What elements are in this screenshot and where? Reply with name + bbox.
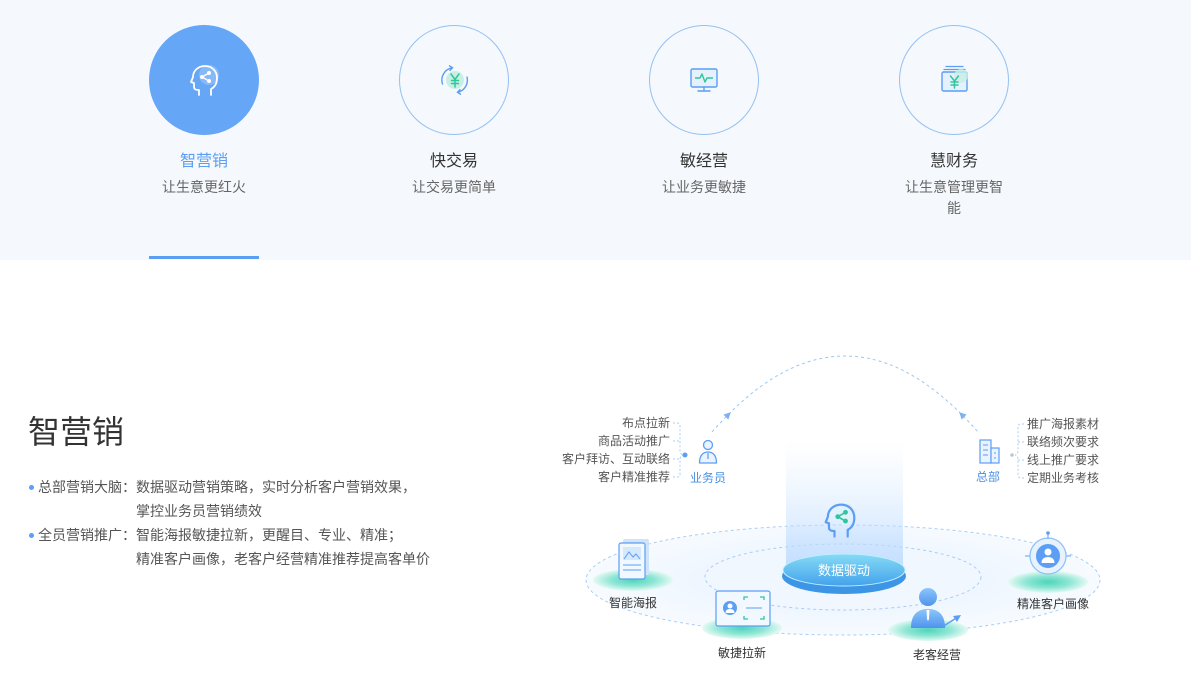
data-driven-label: 数据驱动 xyxy=(818,563,870,578)
tab-title[interactable]: 敏经营 xyxy=(649,151,759,173)
tab-circle[interactable] xyxy=(149,25,259,135)
headquarters-label: 总部 xyxy=(976,469,1000,484)
tab-subtitle: 让交易更简单 xyxy=(412,179,496,195)
bullet-dot xyxy=(29,533,34,538)
section-title: 智营销 xyxy=(28,414,125,450)
list-item: 总部营销大脑： 数据驱动营销策略，实时分析客户营销效果， 掌控业务员营销绩效 xyxy=(28,475,430,523)
bullet-text: 数据驱动营销策略，实时分析客户营销效果， 掌控业务员营销绩效 xyxy=(136,475,416,523)
person-icon xyxy=(698,439,718,464)
target-person-head xyxy=(1044,548,1052,556)
node-label: 敏捷拉新 xyxy=(718,645,766,660)
bullet-label: 总部营销大脑： xyxy=(38,479,136,495)
salesman-bracket xyxy=(673,422,685,478)
tab-circle[interactable] xyxy=(399,25,509,135)
headquarters-task: 线上推广要求 xyxy=(1027,453,1099,467)
share-node xyxy=(200,75,204,79)
customer-head xyxy=(919,588,937,606)
active-tab-indicator xyxy=(149,256,259,259)
headquarters-bracket xyxy=(1014,423,1024,479)
scan-avatar-head xyxy=(727,603,733,609)
bullet-line: 精准客户画像，老客户经营精准推荐提高客单价 xyxy=(136,551,430,567)
bullet-line: 掌控业务员营销绩效 xyxy=(136,503,262,519)
node-label: 老客经营 xyxy=(913,647,961,662)
person-head xyxy=(702,439,714,451)
target-pin xyxy=(1046,531,1050,535)
tab-subtitle: 让业务更敏捷 xyxy=(662,179,746,195)
tab-fast-trade[interactable]: 快交易 让交易更简单 xyxy=(399,25,509,198)
share-node xyxy=(843,518,848,524)
bullet-dot xyxy=(29,485,34,490)
building-wing xyxy=(990,447,1000,464)
tab-title[interactable]: 快交易 xyxy=(399,151,509,173)
building-icon xyxy=(979,439,1000,464)
poster-icon xyxy=(618,539,649,580)
tab-subtitle: 让生意管理更智能 xyxy=(905,179,1003,216)
headquarters-task: 推广海报素材 xyxy=(1027,416,1099,431)
salesman-task: 布点拉新 xyxy=(622,415,670,430)
tab-title[interactable]: 智营销 xyxy=(149,151,259,173)
tab-circle[interactable] xyxy=(899,25,1009,135)
brain-share-icon xyxy=(190,65,219,96)
scan-profile-icon xyxy=(715,590,771,627)
bullet-line: 数据驱动营销策略，实时分析客户营销效果， xyxy=(136,479,416,495)
bullet-text: 智能海报敏捷拉新，更醒目、专业、精准； 精准客户画像，老客户经营精准推荐提高客单… xyxy=(136,523,430,571)
marketing-diagram: 布点拉新 商品活动推广 客户拜访、互动联络 客户精准推荐 业务员 总部 推广海报… xyxy=(562,355,1101,662)
node-label: 精准客户画像 xyxy=(1017,596,1089,611)
ledger-stack xyxy=(943,65,966,71)
yen-ledger-icon xyxy=(941,65,968,92)
target-core xyxy=(1036,544,1060,568)
building-tower xyxy=(979,439,992,464)
headquarters-connector-dot xyxy=(1010,453,1014,457)
tab-smart-marketing[interactable]: 智营销 让生意更红火 xyxy=(149,25,259,198)
feature-list: 总部营销大脑： 数据驱动营销策略，实时分析客户营销效果， 掌控业务员营销绩效 全… xyxy=(28,475,430,571)
salesman-task: 客户拜访、互动联络 xyxy=(562,451,670,466)
headquarters-task: 定期业务考核 xyxy=(1027,470,1099,485)
headquarters-task: 联络频次要求 xyxy=(1027,434,1099,449)
salesman-task: 商品活动推广 xyxy=(598,433,670,448)
salesman-task: 客户精准推荐 xyxy=(598,469,670,484)
salesman-label: 业务员 xyxy=(690,470,726,485)
list-item: 全员营销推广： 智能海报敏捷拉新，更醒目、专业、精准； 精准客户画像，老客户经营… xyxy=(28,523,430,571)
bullet-line: 智能海报敏捷拉新，更醒目、专业、精准； xyxy=(136,527,402,543)
share-node xyxy=(835,514,841,520)
bullet-label: 全员营销推广： xyxy=(38,527,136,543)
monitor-pulse-icon xyxy=(690,68,718,92)
tab-title[interactable]: 慧财务 xyxy=(899,151,1009,173)
salesman-connector-dot xyxy=(682,452,688,458)
ledger-glow xyxy=(954,69,968,83)
tab-smart-finance[interactable]: 慧财务 让生意管理更智能 xyxy=(899,25,1009,219)
tab-subtitle: 让生意更红火 xyxy=(162,179,246,195)
node-label: 智能海报 xyxy=(609,595,657,610)
tab-agile-operations[interactable]: 敏经营 让业务更敏捷 xyxy=(649,25,759,198)
tab-circle[interactable] xyxy=(649,25,759,135)
share-node xyxy=(207,79,211,83)
yen-cycle-icon xyxy=(441,65,469,95)
share-node xyxy=(843,509,848,515)
share-node xyxy=(207,71,211,75)
flow-arc xyxy=(711,355,979,433)
poster-image xyxy=(623,547,641,560)
